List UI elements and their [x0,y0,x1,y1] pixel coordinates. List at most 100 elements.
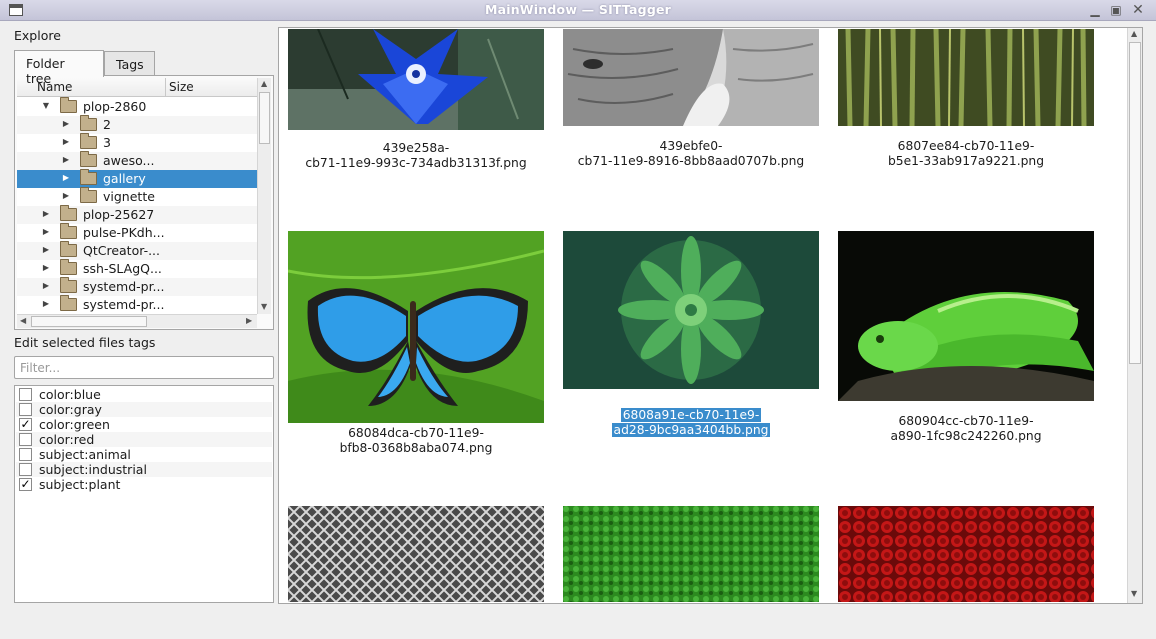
tag-item-color-red[interactable]: color:red [16,432,272,447]
scrollbar-thumb[interactable] [1129,42,1141,364]
tag-filter-input[interactable]: Filter... [14,356,274,379]
collapsed-arrow-icon[interactable]: ▶ [41,263,51,272]
caption-image-6[interactable]: 680904cc-cb70-11e9- a890-1fc98c242260.pn… [831,414,1101,444]
tag-checkbox[interactable] [19,433,32,446]
folder-icon [80,151,97,167]
thumbnail-blue-flower[interactable] [288,29,544,130]
maximize-icon[interactable]: ▣ [1108,3,1124,18]
tree-horizontal-scrollbar[interactable]: ◀ ▶ [17,314,257,328]
scroll-left-arrow-icon[interactable]: ◀ [20,316,26,325]
caption-line: 6807ee84-cb70-11e9- [897,139,1035,153]
caption-line: cb71-11e9-993c-734adb31313f.png [305,156,527,170]
thumbnail-elephant[interactable] [563,29,819,126]
folder-icon [80,115,97,131]
tree-row-2[interactable]: ▶ 2 [17,115,257,134]
thumbnail-grass[interactable] [563,506,819,602]
tag-item-subject-industrial[interactable]: subject:industrial [16,462,272,477]
caption-line: bfb8-0368b8aba074.png [339,441,493,455]
collapsed-arrow-icon[interactable]: ▶ [61,173,71,182]
tab-tags[interactable]: Tags [104,51,155,76]
tag-label: color:gray [39,402,102,417]
tree-row-vignette[interactable]: ▶ vignette [17,187,257,206]
collapsed-arrow-icon[interactable]: ▶ [61,191,71,200]
tab-folder-tree[interactable]: Folder tree [14,50,104,86]
collapsed-arrow-icon[interactable]: ▶ [41,227,51,236]
tag-label: subject:animal [39,447,131,462]
caption-image-5[interactable]: 6808a91e-cb70-11e9- ad28-9bc9aa3404bb.pn… [556,408,826,438]
title-bar: MainWindow — SITTagger ▁ ▣ ✕ [0,0,1156,21]
folder-icon [60,295,77,311]
folder-icon [60,241,77,257]
tag-checkbox-checked[interactable]: ✓ [19,418,32,431]
tree-row-plop-25627[interactable]: ▶ plop-25627 [17,205,257,224]
collapsed-arrow-icon[interactable]: ▶ [41,281,51,290]
tree-vertical-scrollbar[interactable]: ▲ ▼ [257,78,271,314]
thumbnail-snake[interactable] [838,231,1094,401]
scroll-down-arrow-icon[interactable]: ▼ [1131,589,1137,598]
folder-icon [80,187,97,203]
tag-checkbox[interactable] [19,388,32,401]
folder-icon [60,97,77,113]
caption-line: b5e1-33ab917a9221.png [887,154,1045,168]
collapsed-arrow-icon[interactable]: ▶ [61,137,71,146]
expanded-arrow-icon[interactable]: ▼ [41,101,51,110]
tag-checkbox[interactable] [19,448,32,461]
collapsed-arrow-icon[interactable]: ▶ [61,155,71,164]
folder-tree[interactable]: Name Size ▼ plop-2860 ▶ 2 ▶ 3 ▶ aweso...… [17,78,257,314]
tree-row-pulse[interactable]: ▶ pulse-PKdh... [17,223,257,242]
collapsed-arrow-icon[interactable]: ▶ [61,119,71,128]
collapsed-arrow-icon[interactable]: ▶ [41,245,51,254]
caption-image-2[interactable]: 439ebfe0- cb71-11e9-8916-8bb8aad0707b.pn… [556,139,826,169]
scroll-up-arrow-icon[interactable]: ▲ [261,79,267,88]
tree-row-systemd-1[interactable]: ▶ systemd-pr... [17,277,257,296]
window-title: MainWindow — SITTagger [484,2,672,17]
close-icon[interactable]: ✕ [1130,3,1146,18]
tag-item-subject-plant[interactable]: ✓ subject:plant [16,477,272,492]
caption-image-3[interactable]: 6807ee84-cb70-11e9- b5e1-33ab917a9221.pn… [831,139,1101,169]
tree-row-label: plop-2860 [83,99,147,114]
folder-icon [80,133,97,149]
tree-row-aweso[interactable]: ▶ aweso... [17,151,257,170]
thumbnail-metal-mesh[interactable] [288,506,544,602]
tag-list: color:blue color:gray ✓ color:green colo… [14,385,274,603]
tree-row-ssh[interactable]: ▶ ssh-SLAgQ... [17,259,257,278]
tag-item-color-blue[interactable]: color:blue [16,387,272,402]
tree-row-label: systemd-pr... [83,279,165,294]
thumbnail-succulent[interactable] [563,231,819,389]
tag-label: color:blue [39,387,101,402]
tag-item-subject-animal[interactable]: subject:animal [16,447,272,462]
tag-checkbox-checked[interactable]: ✓ [19,478,32,491]
gallery-vertical-scrollbar[interactable]: ▲ ▼ [1127,28,1142,603]
tag-checkbox[interactable] [19,403,32,416]
minimize-icon[interactable]: ▁ [1087,3,1103,18]
collapsed-arrow-icon[interactable]: ▶ [41,299,51,308]
caption-line: ad28-9bc9aa3404bb.png [611,423,771,437]
tag-item-color-green[interactable]: ✓ color:green [16,417,272,432]
tree-row-3[interactable]: ▶ 3 [17,133,257,152]
tree-row-qtcreator[interactable]: ▶ QtCreator-... [17,241,257,260]
scrollbar-thumb[interactable] [31,316,147,327]
scroll-down-arrow-icon[interactable]: ▼ [261,302,267,311]
tree-row-plop-2860[interactable]: ▼ plop-2860 [17,97,257,116]
tag-label: subject:plant [39,477,121,492]
tag-label: color:green [39,417,110,432]
tree-row-gallery[interactable]: ▶ gallery [17,169,257,188]
thumbnail-roses[interactable] [838,506,1094,602]
caption-image-4[interactable]: 68084dca-cb70-11e9- bfb8-0368b8aba074.pn… [281,426,551,456]
caption-line: 439ebfe0- [659,139,723,153]
scroll-right-arrow-icon[interactable]: ▶ [246,316,252,325]
tree-row-label: plop-25627 [83,207,155,222]
tag-checkbox[interactable] [19,463,32,476]
column-size-header[interactable]: Size [169,80,194,94]
tree-row-label: vignette [103,189,155,204]
collapsed-arrow-icon[interactable]: ▶ [41,209,51,218]
thumbnail-bamboo[interactable] [838,29,1094,126]
edit-tags-label: Edit selected files tags [14,335,156,350]
tree-row-systemd-2[interactable]: ▶ systemd-pr... [17,295,257,314]
scrollbar-thumb[interactable] [259,92,270,144]
tag-item-color-gray[interactable]: color:gray [16,402,272,417]
thumbnail-butterfly[interactable] [288,231,544,423]
scroll-up-arrow-icon[interactable]: ▲ [1131,29,1137,38]
caption-line: 680904cc-cb70-11e9- [898,414,1034,428]
caption-image-1[interactable]: 439e258a- cb71-11e9-993c-734adb31313f.pn… [281,141,551,171]
